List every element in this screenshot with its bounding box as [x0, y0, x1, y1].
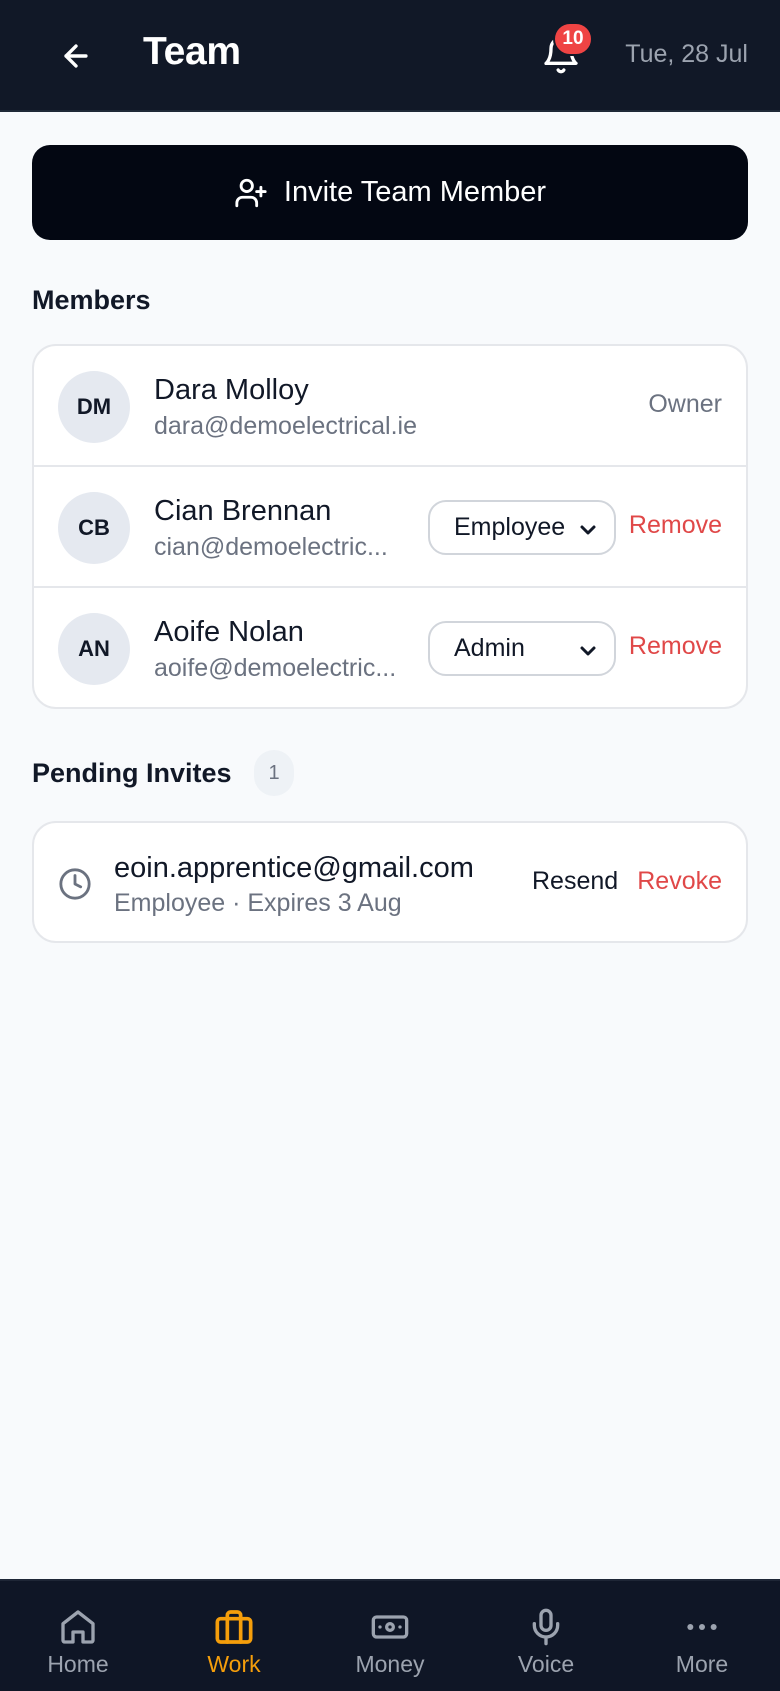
nav-label: Home — [47, 1651, 109, 1677]
member-row: CB Cian Brennan cian@demoelectric... Emp… — [34, 467, 746, 588]
nav-item-more[interactable]: More — [624, 1581, 780, 1691]
nav-label: Work — [207, 1651, 261, 1677]
owner-role-label: Owner — [648, 390, 722, 418]
nav-label: Voice — [517, 1651, 575, 1677]
back-button[interactable] — [52, 32, 100, 80]
member-email: dara@demoelectrical.ie — [154, 412, 418, 440]
avatar: CB — [58, 492, 130, 564]
member-name: Aoife Nolan — [154, 616, 304, 648]
remove-member-button[interactable]: Remove — [629, 632, 722, 661]
invite-button-label: Invite Team Member — [283, 176, 547, 208]
avatar: AN — [58, 613, 130, 685]
briefcase-icon — [215, 1610, 253, 1644]
role-select[interactable]: Admin — [428, 621, 616, 676]
nav-item-home[interactable]: Home — [0, 1581, 156, 1691]
nav-item-work[interactable]: Work — [156, 1581, 312, 1691]
nav-item-money[interactable]: Money — [312, 1581, 468, 1691]
chevron-down-icon — [580, 646, 596, 656]
notification-badge: 10 — [553, 22, 593, 56]
header-date: Tue, 28 Jul — [625, 40, 748, 68]
bottom-nav: Home Work Money Voice More — [0, 1579, 780, 1691]
banknote-icon — [371, 1615, 409, 1639]
member-email: aoife@demoelectric... — [154, 654, 397, 682]
page-title: Team — [143, 30, 241, 73]
role-select[interactable]: Employee — [428, 500, 616, 555]
nav-label: More — [675, 1651, 729, 1677]
user-plus-icon — [235, 178, 267, 207]
revoke-invite-button[interactable]: Revoke — [637, 867, 722, 896]
members-section-title: Members — [32, 285, 151, 315]
app-header: Team 10 Tue, 28 Jul — [0, 0, 780, 112]
invite-email: eoin.apprentice@gmail.com — [114, 852, 474, 884]
role-select-value: Admin — [454, 634, 525, 662]
avatar: DM — [58, 371, 130, 443]
nav-label: Money — [355, 1651, 425, 1677]
role-select-value: Employee — [454, 513, 566, 541]
invite-meta: Employee · Expires 3 Aug — [114, 889, 402, 917]
nav-item-voice[interactable]: Voice — [468, 1581, 624, 1691]
home-icon — [61, 1610, 95, 1644]
member-row: DM Dara Molloy dara@demoelectrical.ie Ow… — [34, 346, 746, 467]
member-email: cian@demoelectric... — [154, 533, 388, 561]
invite-team-member-button[interactable]: Invite Team Member — [32, 145, 748, 240]
more-dots-icon — [687, 1624, 717, 1630]
pending-invites-title: Pending Invites — [32, 758, 232, 788]
arrow-left-icon — [64, 44, 88, 68]
pending-invite-item: eoin.apprentice@gmail.com Employee · Exp… — [32, 821, 748, 943]
member-name: Dara Molloy — [154, 374, 309, 406]
member-name: Cian Brennan — [154, 495, 332, 527]
remove-member-button[interactable]: Remove — [629, 511, 722, 540]
resend-invite-button[interactable]: Resend — [532, 867, 618, 896]
chevron-down-icon — [580, 525, 596, 535]
clock-icon — [59, 868, 91, 900]
member-row: AN Aoife Nolan aoife@demoelectric... Adm… — [34, 588, 746, 707]
pending-count-badge: 1 — [254, 750, 294, 796]
members-list: DM Dara Molloy dara@demoelectrical.ie Ow… — [32, 344, 748, 709]
microphone-icon — [532, 1608, 560, 1646]
